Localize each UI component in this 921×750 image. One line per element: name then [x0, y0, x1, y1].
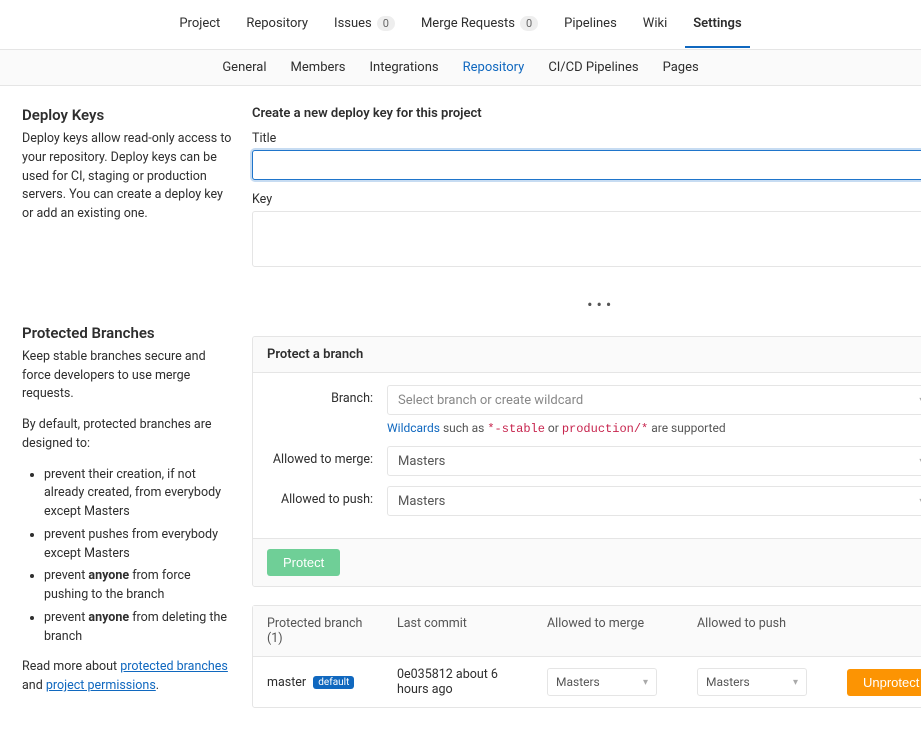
deploy-keys-title: Deploy Keys	[22, 106, 232, 124]
nav-repository[interactable]: Repository	[238, 1, 316, 48]
protect-branch-panel: Protect a branch Branch: Select branch o…	[252, 336, 921, 587]
link-wildcards[interactable]: Wildcards	[387, 421, 440, 435]
link-protected-branches[interactable]: protected branches	[120, 659, 228, 674]
link-project-permissions[interactable]: project permissions	[46, 678, 156, 693]
settings-sub-nav: General Members Integrations Repository …	[0, 50, 921, 86]
subnav-general[interactable]: General	[214, 50, 274, 85]
table-row: master default 0e035812 about 6 hours ag…	[253, 657, 921, 707]
nav-project[interactable]: Project	[171, 1, 228, 48]
row-allowed-merge-select[interactable]: Masters ▾	[547, 668, 657, 696]
protected-readmore: Read more about protected branches and p…	[22, 658, 232, 696]
ellipsis-icon: •••	[252, 295, 921, 314]
row-allowed-push-select[interactable]: Masters ▾	[697, 668, 807, 696]
bullet-1: prevent their creation, if not already c…	[44, 466, 232, 522]
th-protected-branch: Protected branch (1)	[253, 606, 383, 656]
allowed-merge-select[interactable]: Masters ▾	[387, 446, 921, 476]
unprotect-button[interactable]: Unprotect	[847, 669, 921, 696]
allowed-push-select[interactable]: Masters ▾	[387, 486, 921, 516]
nav-wiki[interactable]: Wiki	[635, 1, 675, 48]
last-commit: 0e035812 about 6 hours ago	[383, 657, 533, 707]
branch-select[interactable]: Select branch or create wildcard ▾	[387, 385, 921, 415]
subnav-cicd[interactable]: CI/CD Pipelines	[540, 50, 646, 85]
branch-label: Branch:	[267, 385, 387, 406]
nav-pipelines[interactable]: Pipelines	[556, 1, 625, 48]
mr-count: 0	[520, 16, 538, 31]
key-textarea[interactable]	[252, 211, 921, 267]
bullet-4: prevent anyone from deleting the branch	[44, 609, 232, 647]
title-label: Title	[252, 131, 921, 146]
title-input[interactable]	[252, 150, 921, 180]
project-top-nav: Project Repository Issues0 Merge Request…	[0, 0, 921, 50]
bullet-2: prevent pushes from everybody except Mas…	[44, 526, 232, 564]
protected-intro: Keep stable branches secure and force de…	[22, 348, 232, 404]
chevron-down-icon: ▾	[643, 677, 648, 688]
protect-branch-header: Protect a branch	[253, 337, 921, 373]
subnav-pages[interactable]: Pages	[655, 50, 707, 85]
default-badge: default	[313, 676, 354, 689]
protect-button[interactable]: Protect	[267, 549, 340, 576]
deploy-keys-form: Create a new deploy key for this project…	[252, 106, 921, 271]
subnav-repository[interactable]: Repository	[455, 50, 533, 85]
issues-count: 0	[377, 16, 395, 31]
protected-branches-title: Protected Branches	[22, 324, 232, 342]
allowed-push-label: Allowed to push:	[267, 486, 387, 507]
nav-merge-requests[interactable]: Merge Requests0	[413, 1, 546, 48]
protected-branches-table: Protected branch (1) Last commit Allowed…	[252, 605, 921, 708]
nav-issues[interactable]: Issues0	[326, 1, 403, 48]
deploy-keys-form-heading: Create a new deploy key for this project	[252, 106, 921, 121]
branch-name: master	[267, 675, 306, 690]
allowed-merge-label: Allowed to merge:	[267, 446, 387, 467]
protected-bullet-list: prevent their creation, if not already c…	[22, 466, 232, 647]
key-label: Key	[252, 192, 921, 207]
th-allowed-push: Allowed to push	[683, 606, 833, 656]
deploy-keys-sidebar: Deploy Keys Deploy keys allow read-only …	[22, 106, 232, 224]
protected-branches-sidebar: Protected Branches Keep stable branches …	[22, 324, 232, 696]
chevron-down-icon: ▾	[793, 677, 798, 688]
deploy-keys-description: Deploy keys allow read-only access to yo…	[22, 130, 232, 224]
nav-settings[interactable]: Settings	[685, 1, 749, 48]
subnav-integrations[interactable]: Integrations	[362, 50, 447, 85]
bullet-3: prevent anyone from force pushing to the…	[44, 567, 232, 605]
th-last-commit: Last commit	[383, 606, 533, 656]
wildcard-hint: Wildcards such as *-stable or production…	[387, 421, 921, 436]
subnav-members[interactable]: Members	[283, 50, 354, 85]
th-allowed-merge: Allowed to merge	[533, 606, 683, 656]
table-header: Protected branch (1) Last commit Allowed…	[253, 606, 921, 657]
protected-by-default: By default, protected branches are desig…	[22, 416, 232, 454]
